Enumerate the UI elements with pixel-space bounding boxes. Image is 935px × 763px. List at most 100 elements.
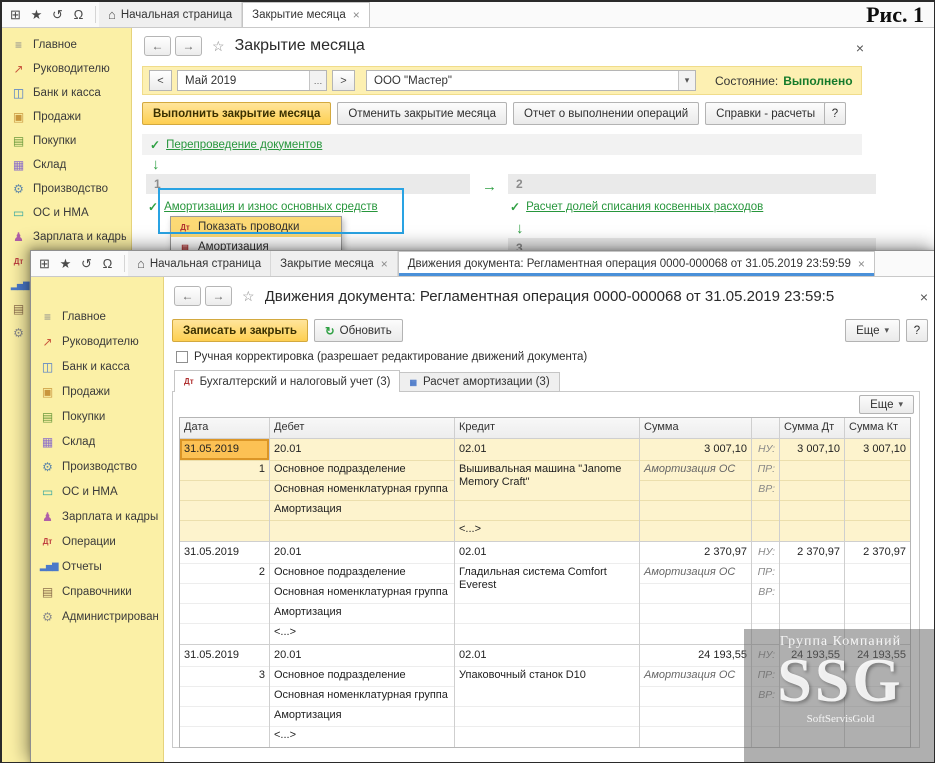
doc-tab-amortization[interactable]: ▦ Расчет амортизации (3) [400, 372, 560, 392]
depreciation-link[interactable]: Амортизация и износ основных средств [164, 201, 378, 213]
organization-dropdown-icon[interactable]: ▾ [678, 71, 695, 90]
credit-account-cell[interactable]: 02.01 [455, 645, 639, 667]
more-button[interactable]: Еще ▾ [845, 319, 900, 342]
sidebar-item-bank-i-kassa[interactable]: ◫ Банк и касса [2, 81, 131, 105]
credit-subconto[interactable]: Вышивальная машина "Janome Memory Craft" [455, 461, 639, 501]
close-form-icon[interactable]: × [920, 289, 928, 305]
organization-field[interactable]: ООО "Мастер" ▾ [366, 70, 696, 91]
sidebar-item-sklad[interactable]: ▦ Склад [2, 153, 131, 177]
column-header-credit[interactable]: Кредит [455, 418, 640, 439]
cost-shares-link[interactable]: Расчет долей списания косвенных расходов [526, 201, 763, 213]
debit-subconto[interactable]: Амортизация [270, 604, 454, 624]
sidebar-item-bank-i-kassa[interactable]: ◫ Банк и касса [31, 354, 163, 379]
tab-close-icon[interactable]: × [353, 8, 360, 22]
sidebar-item-zarplata-i-kadry[interactable]: ♟ Зарплата и кадры [2, 225, 131, 249]
sidebar-item-glavnoe[interactable]: ≡ Главное [2, 33, 131, 57]
operations-report-button[interactable]: Отчет о выполнении операций [513, 102, 700, 125]
date-cell[interactable]: 31.05.2019 [180, 439, 269, 461]
period-choose-button[interactable]: … [309, 71, 326, 90]
reposting-documents-link[interactable]: Перепроведение документов [166, 139, 322, 151]
manual-adjustment-checkbox[interactable] [176, 351, 188, 363]
back-button[interactable]: ← [174, 286, 201, 306]
debit-account-cell[interactable]: 20.01 [270, 645, 454, 667]
back-button[interactable]: ← [144, 36, 171, 56]
column-header-amount[interactable]: Сумма [640, 418, 752, 439]
sum-dt-cell[interactable]: 2 370,97 [780, 542, 844, 564]
column-header-sum-dt[interactable]: Сумма Дт [780, 418, 845, 439]
debit-subconto[interactable]: Основная номенклатурная группа [270, 584, 454, 604]
sidebar-item-zarplata-i-kadry[interactable]: ♟ Зарплата и кадры [31, 504, 163, 529]
table-more-button[interactable]: Еще ▾ [859, 395, 914, 414]
next-period-button[interactable]: > [332, 70, 355, 91]
sum-dt-cell[interactable]: 24 193,55 [780, 645, 844, 667]
credit-account-cell[interactable]: 02.01 [455, 439, 639, 461]
credit-subconto[interactable] [455, 727, 639, 747]
sum-kt-cell[interactable]: 24 193,55 [845, 645, 910, 667]
sidebar-item-prodazhi[interactable]: ▣ Продажи [2, 105, 131, 129]
credit-subconto[interactable]: <...> [455, 521, 639, 541]
sidebar-item-proizvodstvo[interactable]: ⚙ Производство [2, 177, 131, 201]
doc-tab-accounting[interactable]: Дт Бухгалтерский и налоговый учет (3) [174, 370, 401, 392]
help-button[interactable]: ? [824, 102, 846, 125]
credit-subconto[interactable]: Гладильная система Comfort Everest [455, 564, 639, 604]
date-cell[interactable]: 31.05.2019 [180, 645, 269, 667]
apps-menu-icon[interactable]: ⊞ [34, 254, 55, 274]
sidebar-item-operatsii[interactable]: Дт Операции [31, 529, 163, 554]
debit-subconto[interactable]: Основная номенклатурная группа [270, 687, 454, 707]
help-button[interactable]: ? [906, 319, 928, 342]
notifications-icon[interactable]: Ω [97, 254, 118, 274]
amount-cell[interactable]: 24 193,55 [640, 645, 751, 667]
sidebar-item-spravochniki[interactable]: ▤ Справочники [31, 579, 163, 604]
tab-month-closing[interactable]: Закрытие месяца × [242, 2, 370, 27]
column-header-date[interactable]: Дата [180, 418, 270, 439]
sum-kt-cell[interactable]: 3 007,10 [845, 439, 910, 461]
debit-subconto[interactable] [270, 521, 454, 541]
sum-kt-cell[interactable]: 2 370,97 [845, 542, 910, 564]
sidebar-item-proizvodstvo[interactable]: ⚙ Производство [31, 454, 163, 479]
column-header-sum-kt[interactable]: Сумма Кт [845, 418, 910, 439]
debit-subconto[interactable]: Амортизация [270, 707, 454, 727]
period-field[interactable]: Май 2019 … [177, 70, 327, 91]
save-and-close-button[interactable]: Записать и закрыть [172, 319, 308, 342]
sidebar-item-prodazhi[interactable]: ▣ Продажи [31, 379, 163, 404]
apps-menu-icon[interactable]: ⊞ [5, 5, 26, 25]
favorites-icon[interactable]: ★ [55, 254, 76, 274]
credit-subconto[interactable]: Упаковочный станок D10 [455, 667, 639, 707]
favorite-star-icon[interactable]: ☆ [242, 288, 255, 305]
debit-subconto[interactable]: Основная номенклатурная группа [270, 481, 454, 501]
sidebar-item-sklad[interactable]: ▦ Склад [31, 429, 163, 454]
sidebar-item-pokupki[interactable]: ▤ Покупки [31, 404, 163, 429]
debit-account-cell[interactable]: 20.01 [270, 542, 454, 564]
run-month-closing-button[interactable]: Выполнить закрытие месяца [142, 102, 332, 125]
column-header-debit[interactable]: Дебет [270, 418, 455, 439]
amount-cell[interactable]: 3 007,10 [640, 439, 751, 461]
credit-account-cell[interactable]: 02.01 [455, 542, 639, 564]
forward-button[interactable]: → [175, 36, 202, 56]
sidebar-item-glavnoe[interactable]: ≡ Главное [31, 304, 163, 329]
references-calculations-button[interactable]: Справки - расчеты [705, 102, 827, 125]
sidebar-item-administrirovanie[interactable]: ⚙ Администрирование [31, 604, 163, 629]
sidebar-item-otchety[interactable]: ▂▅▇Отчеты [31, 554, 163, 579]
sidebar-item-os-i-nma[interactable]: ▭ ОС и НМА [2, 201, 131, 225]
sum-dt-cell[interactable]: 3 007,10 [780, 439, 844, 461]
tab-month-closing[interactable]: Закрытие месяца × [271, 251, 398, 276]
tab-close-icon[interactable]: × [858, 257, 865, 271]
debit-account-cell[interactable]: 20.01 [270, 439, 454, 461]
forward-button[interactable]: → [205, 286, 232, 306]
tab-close-icon[interactable]: × [381, 257, 388, 271]
history-icon[interactable]: ↺ [47, 5, 68, 25]
debit-subconto[interactable]: <...> [270, 727, 454, 747]
sidebar-item-os-i-nma[interactable]: ▭ ОС и НМА [31, 479, 163, 504]
debit-subconto[interactable]: Основное подразделение [270, 667, 454, 687]
debit-subconto[interactable]: Амортизация [270, 501, 454, 521]
debit-subconto[interactable]: Основное подразделение [270, 461, 454, 481]
tab-doc-movements[interactable]: Движения документа: Регламентная операци… [397, 251, 875, 276]
menu-item-show-postings[interactable]: Дт Показать проводки [171, 217, 341, 237]
favorite-star-icon[interactable]: ☆ [212, 38, 225, 55]
notifications-icon[interactable]: Ω [68, 5, 89, 25]
date-cell[interactable]: 31.05.2019 [180, 542, 269, 564]
column-header-flags[interactable] [752, 418, 780, 439]
cancel-month-closing-button[interactable]: Отменить закрытие месяца [337, 102, 508, 125]
history-icon[interactable]: ↺ [76, 254, 97, 274]
refresh-button[interactable]: ↻ Обновить [313, 319, 403, 342]
